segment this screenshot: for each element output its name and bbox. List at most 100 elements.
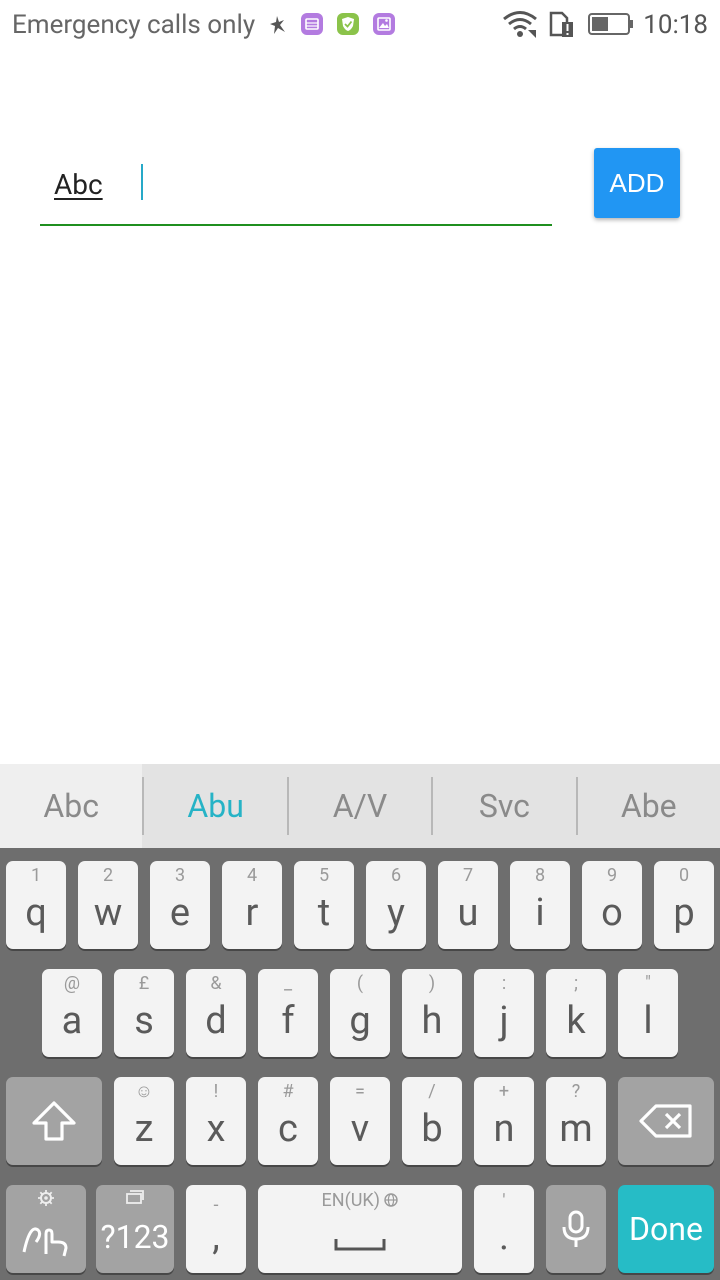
key-x[interactable]: ! x [186, 1077, 246, 1165]
space-bar-icon [334, 1239, 386, 1251]
key-alt-char: ) [428, 973, 436, 994]
key-char: q [25, 891, 47, 935]
key-char: f [281, 999, 295, 1043]
key-g[interactable]: (g [330, 969, 390, 1057]
suggestion-2[interactable]: A/V [289, 764, 431, 848]
key-alt-char: : [501, 973, 507, 994]
shift-key[interactable] [6, 1077, 102, 1165]
key-q[interactable]: 1q [6, 861, 66, 949]
key-alt-char: 5 [318, 865, 330, 886]
key-char: l [643, 999, 653, 1043]
shift-arrow-icon [32, 1101, 76, 1141]
key-h[interactable]: ) h [402, 969, 462, 1057]
key-char: s [134, 999, 154, 1043]
suggestion-4[interactable]: Abe [578, 764, 720, 848]
done-label: Done [629, 1210, 703, 1248]
space-key[interactable]: EN(UK) [258, 1185, 462, 1273]
key-v[interactable]: = v [330, 1077, 390, 1165]
key-z[interactable]: ☺ z [114, 1077, 174, 1165]
item-text-input[interactable]: Abc [40, 150, 552, 226]
key-char: z [134, 1107, 154, 1151]
key-char: t [317, 891, 331, 935]
suggestion-1[interactable]: Abu [144, 764, 286, 848]
key-alt-char: @ [63, 973, 81, 994]
key-char: v [350, 1107, 370, 1151]
key-char: a [61, 999, 83, 1043]
sim-alert-icon [548, 10, 574, 42]
key-alt-char: ? [571, 1081, 581, 1102]
swipe-hand-icon [22, 1227, 68, 1257]
add-button[interactable]: ADD [594, 148, 680, 218]
screen: Emergency calls only 10:18 Abc ADD Abc A… [0, 0, 720, 1280]
key-char: w [93, 891, 123, 935]
key-alt-char: £ [138, 973, 150, 994]
key-char: p [673, 891, 695, 935]
key-alt-char: 3 [174, 865, 186, 886]
key-alt-char: 1 [30, 865, 42, 886]
done-key[interactable]: Done [618, 1185, 714, 1273]
key-j[interactable]: :j [474, 969, 534, 1057]
key-alt-char: ( [356, 973, 364, 994]
key-f[interactable]: _ f [258, 969, 318, 1057]
key-alt-char: # [282, 1081, 294, 1102]
key-alt-char: " [645, 973, 651, 994]
globe-icon [384, 1193, 399, 1207]
status-bar: Emergency calls only 10:18 [0, 0, 720, 50]
voice-input-key[interactable] [546, 1185, 606, 1273]
key-e[interactable]: 3e [150, 861, 210, 949]
key-char: r [245, 891, 259, 935]
key-char: k [566, 999, 586, 1043]
backspace-icon [639, 1104, 692, 1138]
key-alt-char: 2 [102, 865, 114, 886]
key-m[interactable]: ? m [546, 1077, 606, 1165]
key-l[interactable]: " l [618, 969, 678, 1057]
gear-icon [38, 1190, 54, 1206]
key-char: b [421, 1107, 443, 1151]
key-t[interactable]: 5t [294, 861, 354, 949]
key-r[interactable]: 4r [222, 861, 282, 949]
key-alt-char: ☺ [134, 1081, 154, 1102]
key-i[interactable]: 8i [510, 861, 570, 949]
key-y[interactable]: 6y [366, 861, 426, 949]
key-n[interactable]: + n [474, 1077, 534, 1165]
soft-keyboard: ?123 - , EN(UK) ' . Done 1q2w3e4r5t6y7 u… [0, 848, 720, 1280]
clipboard-icon [126, 1190, 144, 1204]
suggestion-3[interactable]: Svc [433, 764, 575, 848]
suggestion-strip: Abc Abu A/V Svc Abe [0, 764, 720, 848]
key-alt-char: ; [574, 973, 578, 994]
key-char: d [205, 999, 227, 1043]
key-alt-char: = [355, 1081, 365, 1102]
key-char: i [535, 891, 545, 935]
wifi-icon [502, 10, 538, 42]
key-u[interactable]: 7u [438, 861, 498, 949]
key-s[interactable]: £ s [114, 969, 174, 1057]
settings-gesture-key[interactable] [6, 1185, 86, 1273]
backspace-key[interactable] [618, 1077, 714, 1165]
key-k[interactable]: ; k [546, 969, 606, 1057]
key-char: m [559, 1107, 593, 1151]
key-b[interactable]: / b [402, 1077, 462, 1165]
comma-key[interactable]: - , [186, 1185, 246, 1273]
input-value: Abc [54, 168, 103, 201]
key-alt-char: 0 [678, 865, 690, 886]
key-char: x [206, 1107, 226, 1151]
period-key[interactable]: ' . [474, 1185, 534, 1273]
key-w[interactable]: 2w [78, 861, 138, 949]
symbols-key[interactable]: ?123 [96, 1185, 174, 1273]
key-p[interactable]: 0p [654, 861, 714, 949]
suggestion-0[interactable]: Abc [0, 764, 143, 848]
symbols-label: ?123 [100, 1218, 170, 1256]
key-alt-char: 6 [390, 865, 402, 886]
gallery-app-icon [372, 12, 396, 40]
key-char: y [387, 891, 405, 935]
key-char: e [169, 891, 191, 935]
key-d[interactable]: & d [186, 969, 246, 1057]
key-c[interactable]: # c [258, 1077, 318, 1165]
key-o[interactable]: 9o [582, 861, 642, 949]
key-alt-char: 8 [534, 865, 546, 886]
key-a[interactable]: @ a [42, 969, 102, 1057]
input-underline [40, 224, 552, 226]
key-alt-char: / [428, 1081, 436, 1102]
battery-icon [588, 13, 634, 39]
microphone-icon [562, 1210, 590, 1247]
